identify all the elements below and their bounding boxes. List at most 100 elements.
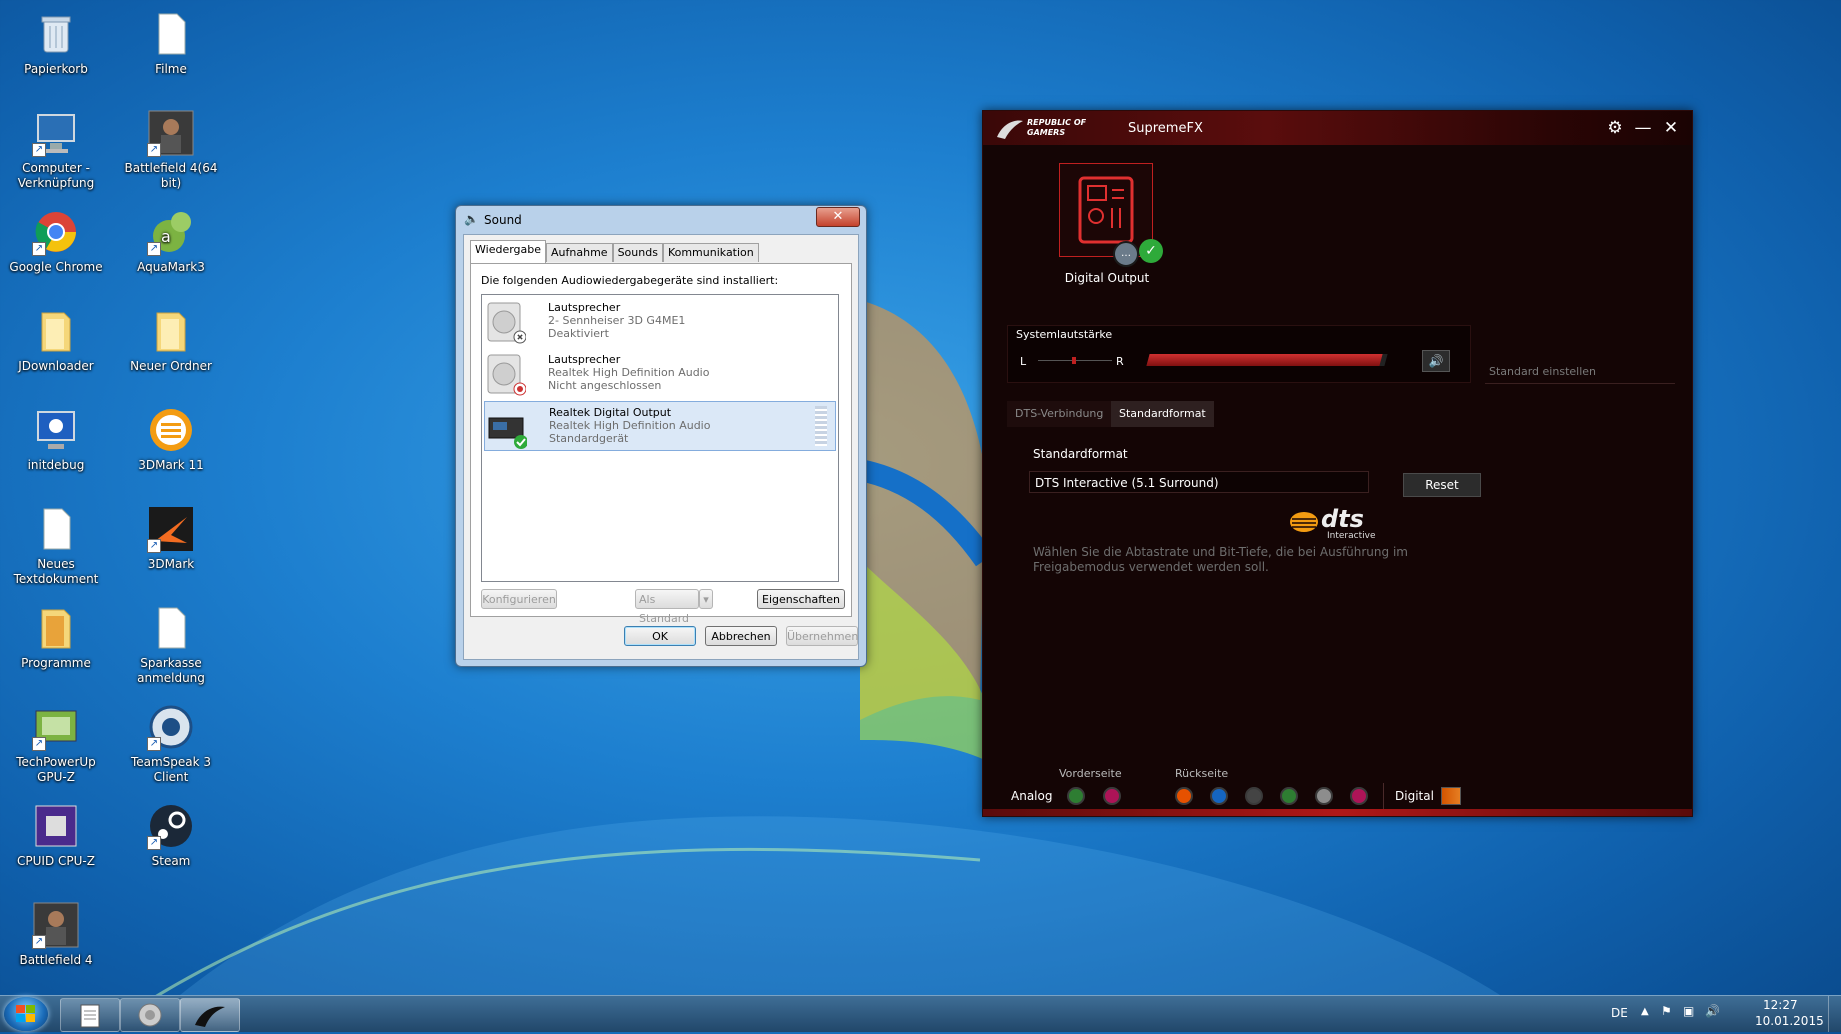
device-item-selected[interactable]: Realtek Digital Output Realtek High Defi… <box>484 401 836 451</box>
desktop-icon-textdokument[interactable]: Neues Textdokument <box>2 499 110 587</box>
ok-button[interactable]: OK <box>624 626 696 646</box>
folder-icon <box>147 307 195 355</box>
digital-output-tile[interactable] <box>1059 163 1153 257</box>
sound-dialog: 🔈 Sound ✕ Wiedergabe Aufnahme Sounds Kom… <box>455 205 867 667</box>
volume-track[interactable] <box>1146 354 1388 366</box>
desktop-icon-3dmark11[interactable]: 3DMark 11 <box>117 400 225 473</box>
monitor-icon <box>32 406 80 454</box>
speaker-icon <box>486 301 527 344</box>
digital-port-icon[interactable] <box>1441 787 1461 805</box>
start-button[interactable] <box>4 997 48 1031</box>
balance-thumb[interactable] <box>1072 357 1076 364</box>
clock-date[interactable]: 10.01.2015 <box>1755 1014 1824 1028</box>
audio-jack[interactable] <box>1315 787 1333 805</box>
desktop-icon-jdownloader[interactable]: JDownloader <box>2 301 110 374</box>
volume-icon[interactable]: 🔊 <box>1705 1004 1720 1018</box>
desktop-icon-initdebug[interactable]: initdebug <box>2 400 110 473</box>
desktop-icon-programme[interactable]: Programme <box>2 598 110 671</box>
system-tray: DE ▲ ⚑ ▣ 🔊 12:27 10.01.2015 <box>1611 996 1841 1032</box>
desktop-icon-label: Battlefield 4(64 bit) <box>124 161 218 190</box>
desktop-icon-label: Programme <box>21 656 91 670</box>
desktop-icon-label: Filme <box>155 62 187 76</box>
audio-jack[interactable] <box>1103 787 1121 805</box>
document-icon <box>80 1004 100 1028</box>
device-driver: Realtek High Definition Audio <box>548 366 710 379</box>
analog-label: Analog <box>1011 789 1053 803</box>
desktop-icon-neuer-ordner[interactable]: Neuer Ordner <box>117 301 225 374</box>
volume-title: Systemlautstärke <box>1016 328 1113 341</box>
check-icon: ✓ <box>1139 239 1163 263</box>
desktop-icon-battlefield4-64[interactable]: ↗ Battlefield 4(64 bit) <box>117 103 225 191</box>
cancel-button[interactable]: Abbrechen <box>705 626 777 646</box>
cpuz-icon <box>32 802 80 850</box>
reset-button[interactable]: Reset <box>1403 473 1481 497</box>
tab-kommunikation[interactable]: Kommunikation <box>662 243 759 262</box>
document-icon <box>32 505 80 553</box>
audio-jack[interactable] <box>1067 787 1085 805</box>
desktop-icon-aquamark[interactable]: a ↗ AquaMark3 <box>117 202 225 275</box>
tab-panel: Die folgenden Audiowiedergabegeräte sind… <box>470 263 852 625</box>
show-desktop-button[interactable] <box>1828 996 1841 1032</box>
desktop-icon-steam[interactable]: ↗ Steam <box>117 796 225 869</box>
teamspeak-icon: ↗ <box>147 703 195 751</box>
panel-info-text: Die folgenden Audiowiedergabegeräte sind… <box>481 274 779 287</box>
close-button[interactable]: ✕ <box>816 207 860 227</box>
desktop-icon-gpuz[interactable]: ↗ TechPowerUp GPU-Z <box>2 697 110 785</box>
speaker-icon <box>486 353 527 396</box>
audio-jack[interactable] <box>1210 787 1228 805</box>
format-select[interactable]: DTS Interactive (5.1 Surround) <box>1029 471 1369 493</box>
balance-slider[interactable] <box>1038 357 1112 364</box>
close-icon[interactable]: ✕ <box>1661 118 1681 138</box>
desktop-icon-papierkorb[interactable]: Papierkorb <box>2 4 110 77</box>
desktop-icon-cpuz[interactable]: CPUID CPU-Z <box>2 796 110 869</box>
desktop-icon-chrome[interactable]: ↗ Google Chrome <box>2 202 110 275</box>
configure-button[interactable]: Konfigurieren <box>481 589 557 609</box>
device-label: Digital Output <box>1064 271 1150 285</box>
tab-aufnahme[interactable]: Aufnahme <box>546 243 613 262</box>
audio-jack[interactable] <box>1350 787 1368 805</box>
digital-output-device-icon <box>1078 176 1134 244</box>
flag-icon[interactable]: ⚑ <box>1661 1004 1672 1018</box>
desktop-icon-label: Steam <box>151 854 191 868</box>
tab-dts-connection[interactable]: DTS-Verbindung <box>1007 401 1112 427</box>
desktop-icon-computer[interactable]: ↗ Computer - Verknüpfung <box>2 103 110 191</box>
apply-button[interactable]: Übernehmen <box>786 626 858 646</box>
clock-time[interactable]: 12:27 <box>1763 998 1798 1012</box>
tab-wiedergabe[interactable]: Wiedergabe <box>470 240 547 263</box>
device-item[interactable]: Lautsprecher Realtek High Definition Aud… <box>484 349 834 397</box>
device-status: Deaktiviert <box>548 327 609 340</box>
minimize-icon[interactable]: — <box>1633 118 1653 138</box>
set-default-field[interactable]: Standard einstellen <box>1485 361 1675 384</box>
taskbar-item-rog[interactable] <box>180 998 240 1032</box>
device-driver: Realtek High Definition Audio <box>549 419 711 432</box>
desktop-icon-battlefield4[interactable]: ↗ Battlefield 4 <box>2 895 110 968</box>
set-default-button[interactable]: Als Standard <box>635 589 699 625</box>
language-indicator[interactable]: DE <box>1611 1006 1628 1020</box>
speaker-mute-button[interactable]: 🔊 <box>1422 350 1450 372</box>
taskbar-item-sound[interactable] <box>120 998 180 1032</box>
network-icon[interactable]: ▣ <box>1683 1004 1694 1018</box>
tab-default-format[interactable]: Standardformat <box>1111 401 1214 427</box>
device-item[interactable]: Lautsprecher 2- Sennheiser 3D G4ME1 Deak… <box>484 297 834 345</box>
properties-button[interactable]: Eigenschaften <box>757 589 845 609</box>
taskbar-item-notepad[interactable] <box>60 998 120 1032</box>
desktop-icon-label: 3DMark <box>147 557 195 571</box>
audio-jack[interactable] <box>1245 787 1263 805</box>
audio-jack[interactable] <box>1280 787 1298 805</box>
speaker-icon: 🔊 <box>1428 354 1444 368</box>
tab-sounds[interactable]: Sounds <box>612 243 663 262</box>
desktop-icon-3dmark[interactable]: ↗ 3DMark <box>117 499 225 572</box>
desktop-icon-label: initdebug <box>27 458 85 472</box>
chevron-down-icon: ▾ <box>703 593 709 606</box>
desktop-icon-filme[interactable]: Filme <box>117 4 225 77</box>
chevron-up-icon[interactable]: ▲ <box>1641 1006 1649 1017</box>
balance-right-label: R <box>1116 355 1124 368</box>
desktop-icon-teamspeak[interactable]: ↗ TeamSpeak 3 Client <box>117 697 225 785</box>
set-default-dropdown[interactable]: ▾ <box>699 589 713 609</box>
audio-jack[interactable] <box>1175 787 1193 805</box>
device-status: Standardgerät <box>549 432 629 445</box>
desktop-icon-sparkasse[interactable]: Sparkasse anmeldung <box>117 598 225 686</box>
balance-left-label: L <box>1020 355 1027 368</box>
rog-icon <box>195 1006 225 1027</box>
gear-icon[interactable]: ⚙ <box>1605 118 1625 138</box>
